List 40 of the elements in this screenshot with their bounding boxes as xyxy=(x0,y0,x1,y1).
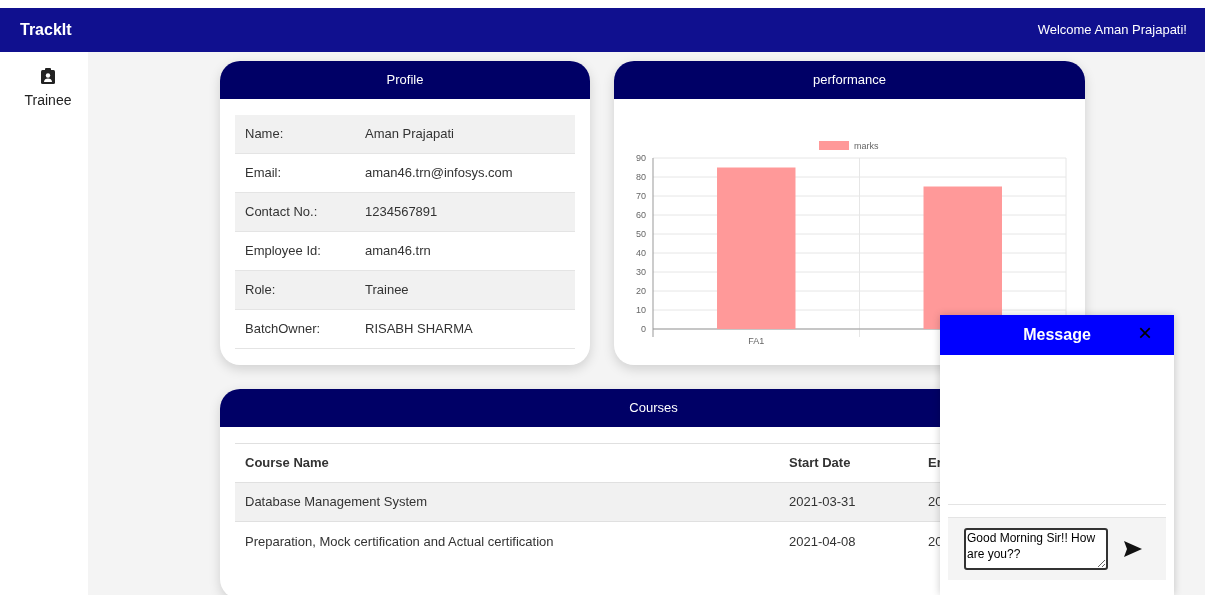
y-tick-label: 0 xyxy=(641,324,646,334)
column-header: Course Name xyxy=(235,443,779,483)
app-brand[interactable]: TrackIt xyxy=(20,18,72,42)
table-cell: Preparation, Mock certification and Actual certification xyxy=(235,521,779,561)
y-tick-label: 40 xyxy=(636,248,646,258)
message-field[interactable]: Good Morning Sir!! How are you?? xyxy=(964,528,1108,570)
field-value: Aman Prajapati xyxy=(365,125,454,144)
send-icon[interactable] xyxy=(1124,541,1142,557)
column-header: Start Date xyxy=(779,443,918,483)
table-cell: 2021-04-08 xyxy=(779,521,918,561)
legend-label: marks xyxy=(854,141,879,151)
field-label: Email: xyxy=(245,164,283,183)
field-value: aman46.trn@infosys.com xyxy=(365,164,513,183)
field-value: RISABH SHARMA xyxy=(365,320,473,339)
popup-title: Message xyxy=(1023,325,1091,345)
welcome-text: Welcome Aman Prajapati! xyxy=(1037,21,1187,40)
y-tick-label: 80 xyxy=(636,172,646,182)
y-tick-label: 50 xyxy=(636,229,646,239)
y-tick-label: 10 xyxy=(636,305,646,315)
table-cell: Database Management System xyxy=(235,482,779,522)
x-tick-label: FA1 xyxy=(748,336,765,346)
card-title: Profile xyxy=(220,61,590,99)
field-value: Trainee xyxy=(365,281,409,300)
y-tick-label: 70 xyxy=(636,191,646,201)
sidebar-item[interactable]: Trainee xyxy=(8,68,88,111)
table-cell: 2021-03-31 xyxy=(779,482,918,522)
field-label: Role: xyxy=(245,281,277,300)
field-value: 1234567891 xyxy=(365,203,438,222)
y-tick-label: 90 xyxy=(636,153,646,163)
field-label: Contact No.: xyxy=(245,203,319,222)
y-tick-label: 20 xyxy=(636,286,646,296)
chart-legend: marks xyxy=(819,141,879,151)
field-label: BatchOwner: xyxy=(245,320,322,339)
field-value: aman46.trn xyxy=(365,242,431,261)
y-tick-label: 30 xyxy=(636,267,646,277)
card-title: performance xyxy=(614,61,1085,99)
field-label: Name: xyxy=(245,125,285,144)
y-tick-label: 60 xyxy=(636,210,646,220)
badge-icon xyxy=(41,68,55,84)
field-label: Employee Id: xyxy=(245,242,322,261)
